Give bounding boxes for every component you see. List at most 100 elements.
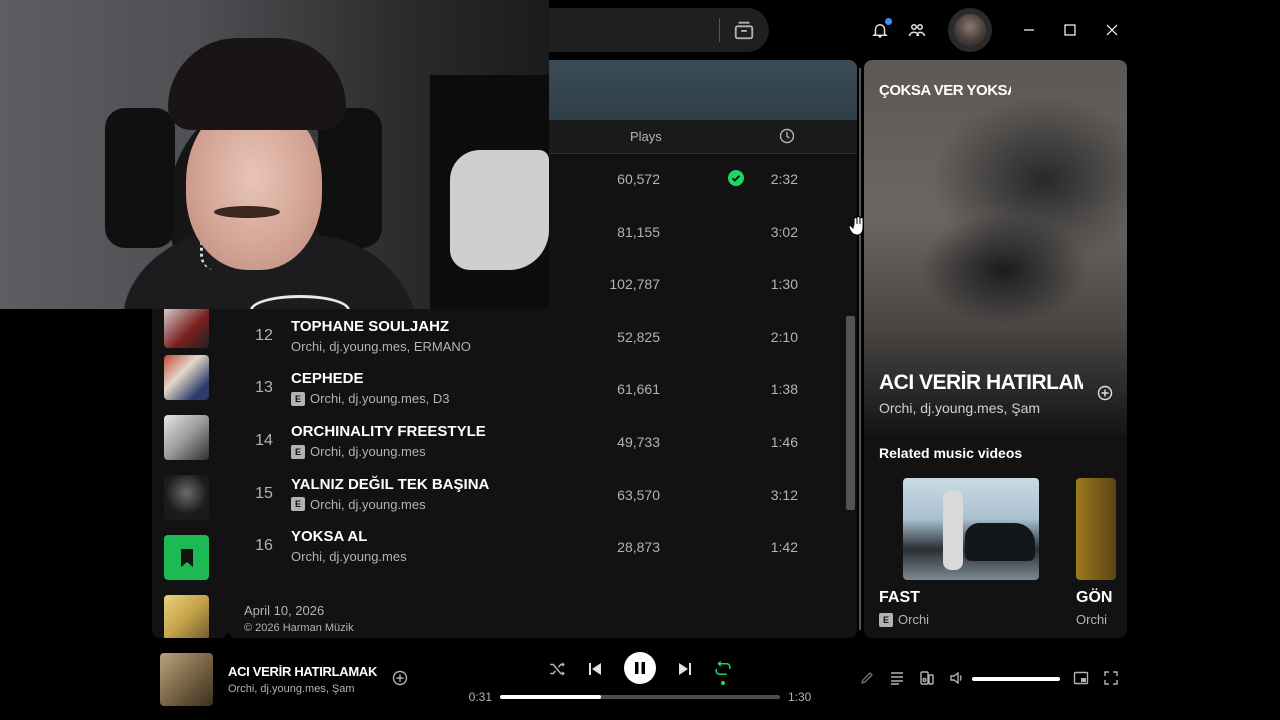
video-title[interactable]: GÖN bbox=[1076, 589, 1112, 607]
library-item[interactable] bbox=[164, 475, 209, 520]
add-to-library-button[interactable] bbox=[1097, 385, 1113, 401]
track-row[interactable]: 15 YALNIZ DEĞIL TEK BAŞINA E Orchi, dj.youn… bbox=[228, 470, 857, 522]
shuffle-button[interactable] bbox=[545, 657, 569, 681]
panel-resize-handle[interactable] bbox=[859, 68, 861, 630]
track-row[interactable]: 16 YOKSA AL Orchi, dj.young.mes 28,873 1:42 bbox=[228, 522, 857, 574]
track-artist-name[interactable]: Orchi, dj.young.mes bbox=[310, 497, 426, 512]
track-number: 13 bbox=[255, 379, 273, 397]
library-item[interactable] bbox=[164, 303, 209, 348]
webcam-overlay bbox=[0, 0, 549, 309]
track-row[interactable]: 13 CEPHEDE E Orchi, dj.young.mes, D3 61,661 1… bbox=[228, 364, 857, 416]
lyrics-button[interactable] bbox=[858, 669, 876, 687]
track-duration: 1:42 bbox=[770, 539, 798, 556]
miniplayer-icon bbox=[1073, 671, 1089, 685]
track-artist-name[interactable]: Orchi, dj.young.mes, ERMANO bbox=[291, 339, 471, 354]
track-duration: 3:02 bbox=[770, 223, 798, 240]
minimize-button[interactable] bbox=[1011, 14, 1047, 46]
close-icon bbox=[1106, 24, 1118, 36]
player-track-artist[interactable]: Orchi, dj.young.mes, Şam bbox=[228, 683, 355, 695]
connect-device-button[interactable] bbox=[918, 669, 936, 687]
progress-fill bbox=[500, 695, 601, 699]
player-add-button[interactable] bbox=[392, 670, 408, 686]
video-car bbox=[965, 523, 1035, 561]
track-plays: 28,873 bbox=[617, 539, 660, 556]
video-artist[interactable]: Orchi bbox=[1076, 612, 1107, 627]
notifications-button[interactable] bbox=[866, 16, 894, 44]
user-avatar[interactable] bbox=[948, 8, 992, 52]
fullscreen-button[interactable] bbox=[1102, 669, 1120, 687]
repeat-button[interactable] bbox=[711, 657, 735, 681]
lyrics-icon bbox=[860, 672, 873, 685]
library-item[interactable] bbox=[164, 355, 209, 400]
track-duration: 2:10 bbox=[770, 328, 798, 345]
search-divider bbox=[719, 18, 720, 42]
now-playing-context[interactable]: ÇOKSA VER YOKSA AL bbox=[879, 82, 1011, 99]
play-pause-button[interactable] bbox=[624, 652, 656, 684]
player-album-art[interactable] bbox=[160, 653, 213, 706]
track-number: 16 bbox=[255, 537, 273, 555]
track-title[interactable]: YALNIZ DEĞIL TEK BAŞINA bbox=[291, 476, 489, 493]
library-item[interactable] bbox=[164, 415, 209, 460]
track-artist[interactable]: Orchi, dj.young.mes, ERMANO bbox=[291, 339, 471, 354]
webcam-chair bbox=[105, 108, 175, 248]
total-time: 1:30 bbox=[788, 690, 812, 704]
track-plays: 52,825 bbox=[617, 328, 660, 345]
explicit-badge: E bbox=[291, 391, 305, 406]
mute-button[interactable] bbox=[948, 669, 966, 687]
track-artist[interactable]: E Orchi, dj.young.mes, D3 bbox=[291, 391, 449, 406]
track-duration: 3:12 bbox=[770, 486, 798, 503]
release-date: April 10, 2026 bbox=[244, 603, 325, 618]
track-title[interactable]: ORCHINALITY FREESTYLE bbox=[291, 423, 486, 440]
track-title[interactable]: TOPHANE SOULJAHZ bbox=[291, 318, 449, 335]
track-artist-name[interactable]: Orchi, dj.young.mes bbox=[291, 549, 407, 564]
repeat-icon bbox=[715, 660, 731, 675]
fullscreen-icon bbox=[1104, 671, 1118, 685]
next-button[interactable] bbox=[673, 657, 697, 681]
friend-activity-button[interactable] bbox=[903, 16, 931, 44]
now-playing-title[interactable]: ACI VERİR HATIRLAMAK bbox=[879, 371, 1083, 395]
track-artist[interactable]: E Orchi, dj.young.mes bbox=[291, 497, 426, 512]
track-plays: 81,155 bbox=[617, 223, 660, 240]
playback-progress-bar[interactable] bbox=[500, 695, 780, 699]
video-artist[interactable]: E Orchi bbox=[879, 612, 929, 627]
saved-check-icon[interactable] bbox=[728, 170, 744, 186]
maximize-button[interactable] bbox=[1052, 14, 1088, 46]
webcam-person bbox=[168, 38, 346, 130]
track-row[interactable]: 14 ORCHINALITY FREESTYLE E Orchi, dj.young.… bbox=[228, 417, 857, 469]
track-duration: 1:30 bbox=[770, 276, 798, 293]
video-artist-name[interactable]: Orchi bbox=[898, 612, 929, 627]
track-number: 15 bbox=[255, 484, 273, 502]
copyright-text: © 2026 Harman Müzik bbox=[244, 622, 354, 634]
player-track-title[interactable]: ACI VERİR HATIRLAMAK bbox=[228, 664, 377, 679]
volume-slider[interactable] bbox=[972, 677, 1060, 681]
friends-icon bbox=[908, 24, 926, 37]
track-artist[interactable]: E Orchi, dj.young.mes bbox=[291, 444, 426, 459]
maximize-icon bbox=[1064, 24, 1076, 36]
video-thumbnail[interactable] bbox=[903, 478, 1039, 580]
miniplayer-button[interactable] bbox=[1072, 669, 1090, 687]
track-artist[interactable]: Orchi, dj.young.mes bbox=[291, 549, 407, 564]
avatar-image bbox=[954, 14, 986, 46]
player-bar: ACI VERİR HATIRLAMAK Orchi, dj.young.mes… bbox=[146, 638, 1134, 720]
library-item[interactable] bbox=[164, 595, 209, 638]
explicit-badge: E bbox=[291, 444, 305, 459]
video-title[interactable]: FAST bbox=[879, 589, 920, 607]
track-number: 12 bbox=[255, 326, 273, 344]
now-playing-artist[interactable]: Orchi, dj.young.mes, Şam bbox=[879, 400, 1040, 416]
notification-dot bbox=[885, 18, 892, 25]
volume-icon bbox=[950, 671, 962, 685]
browse-button[interactable] bbox=[730, 16, 758, 44]
queue-icon bbox=[891, 672, 903, 685]
close-button[interactable] bbox=[1094, 14, 1130, 46]
track-title[interactable]: CEPHEDE bbox=[291, 370, 364, 387]
previous-button[interactable] bbox=[583, 657, 607, 681]
related-videos-heading: Related music videos bbox=[879, 445, 1023, 461]
track-title[interactable]: YOKSA AL bbox=[291, 528, 367, 545]
track-row[interactable]: 12 TOPHANE SOULJAHZ Orchi, dj.young.mes, E… bbox=[228, 312, 857, 364]
tracklist-scrollbar[interactable] bbox=[846, 316, 855, 510]
track-artist-name[interactable]: Orchi, dj.young.mes bbox=[310, 444, 426, 459]
saved-episodes-item[interactable] bbox=[164, 535, 209, 580]
video-thumbnail[interactable] bbox=[1076, 478, 1116, 580]
queue-button[interactable] bbox=[888, 669, 906, 687]
track-artist-name[interactable]: Orchi, dj.young.mes, D3 bbox=[310, 391, 449, 406]
